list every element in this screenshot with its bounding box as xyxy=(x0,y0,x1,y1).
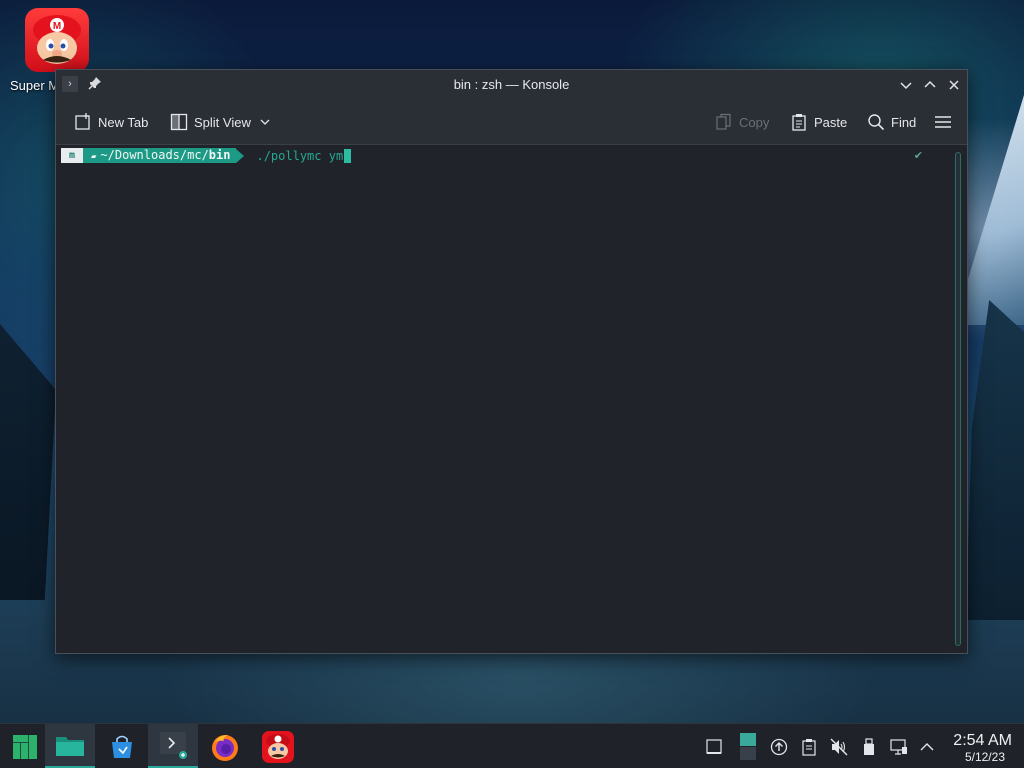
paste-icon xyxy=(792,114,806,131)
taskbar-discover[interactable] xyxy=(97,724,147,768)
text-cursor xyxy=(344,148,352,163)
clock-date[interactable]: 5/12/23 xyxy=(965,750,1005,764)
firefox-icon xyxy=(212,734,238,761)
usb-icon[interactable] xyxy=(860,738,878,756)
new-tab-icon xyxy=(75,113,90,130)
find-label: Find xyxy=(891,114,917,130)
minimize-button[interactable] xyxy=(895,74,917,96)
maximize-button[interactable] xyxy=(919,74,941,96)
updates-icon[interactable] xyxy=(770,738,788,756)
prompt-arrow xyxy=(236,148,245,163)
konsole-toolbar: New Tab Split View Copy Paste Find xyxy=(56,100,967,145)
wallpaper-trees-left xyxy=(0,324,56,600)
konsole-window[interactable]: › bin : zsh — Konsole New Tab Split View… xyxy=(55,69,968,654)
find-button[interactable]: Find xyxy=(867,111,916,133)
prompt-path: ▰ ~/Downloads/mc/bin xyxy=(83,148,237,163)
clipboard-icon[interactable] xyxy=(800,738,818,756)
store-icon xyxy=(112,735,132,758)
window-titlebar[interactable]: › bin : zsh — Konsole xyxy=(56,70,967,100)
wallpaper-trees-right xyxy=(966,300,1024,620)
desktop-icon-label: Super M xyxy=(10,78,60,93)
copy-label: Copy xyxy=(739,114,770,130)
scrollbar-track[interactable] xyxy=(955,152,961,646)
network-icon[interactable] xyxy=(890,738,908,756)
split-view-icon xyxy=(170,113,188,131)
chevron-down-icon xyxy=(900,82,912,90)
taskbar: 2:54 AM 5/12/23 xyxy=(0,723,1024,768)
pager-icon[interactable] xyxy=(739,732,757,762)
folder-icon xyxy=(56,737,84,756)
prompt-path-current: bin xyxy=(208,148,231,162)
manjaro-icon: m xyxy=(61,148,83,163)
terminal-view[interactable]: m ▰ ~/Downloads/mc/bin ./pollymc ym ✔ xyxy=(57,146,947,653)
hamburger-menu-icon xyxy=(935,116,951,128)
close-icon xyxy=(949,80,959,90)
volume-muted-icon[interactable] xyxy=(830,738,848,756)
shell-prompt: m ▰ ~/Downloads/mc/bin ./pollymc ym xyxy=(61,148,352,163)
svg-text:M: M xyxy=(53,21,61,32)
taskbar-firefox[interactable] xyxy=(200,724,250,768)
clock-time[interactable]: 2:54 AM xyxy=(953,732,1012,750)
prompt-path-prefix: ~/Downloads/mc/ xyxy=(100,148,209,162)
typed-command: ./pollymc ym xyxy=(256,148,344,163)
taskbar-dolphin[interactable] xyxy=(45,724,95,768)
application-launcher-button[interactable] xyxy=(0,724,50,768)
chevron-up-icon xyxy=(924,80,936,88)
copy-button[interactable]: Copy xyxy=(715,111,769,133)
new-tab-label: New Tab xyxy=(98,114,149,130)
status-check-icon: ✔ xyxy=(913,150,923,162)
copy-icon xyxy=(716,113,731,130)
manjaro-icon xyxy=(13,734,37,759)
new-tab-button[interactable]: New Tab xyxy=(74,111,148,133)
split-view-label: Split View xyxy=(194,114,251,130)
folder-icon: ▰ xyxy=(91,152,97,162)
paste-label: Paste xyxy=(814,114,848,130)
close-button[interactable] xyxy=(943,74,965,96)
taskbar-super-mario[interactable] xyxy=(253,724,303,768)
chevron-down-icon xyxy=(260,119,270,125)
hamburger-menu-button[interactable] xyxy=(934,111,952,133)
show-desktop-icon[interactable] xyxy=(705,738,723,756)
mario-icon: M xyxy=(25,8,89,72)
paste-button[interactable]: Paste xyxy=(790,111,847,133)
terminal-scrollbar[interactable] xyxy=(952,148,964,651)
terminal-icon xyxy=(160,732,187,759)
mario-icon xyxy=(262,730,294,763)
expand-tray-icon[interactable] xyxy=(918,738,936,756)
taskbar-konsole[interactable] xyxy=(148,724,198,768)
search-icon xyxy=(868,114,885,131)
window-title: bin : zsh — Konsole xyxy=(453,77,570,92)
split-view-button[interactable]: Split View xyxy=(170,111,273,133)
